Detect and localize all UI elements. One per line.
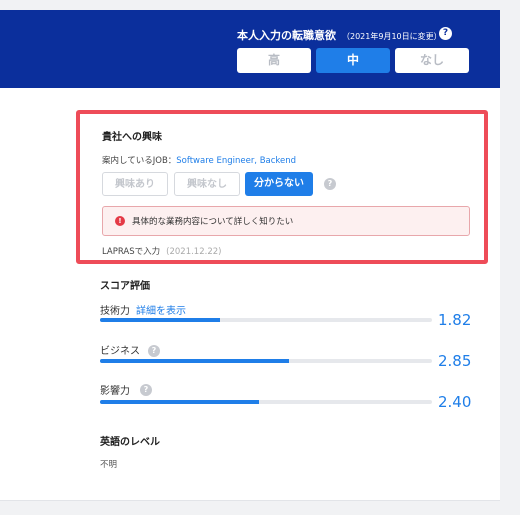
english-title: 英語のレベル — [100, 437, 160, 448]
score-value-influence: 2.40 — [438, 393, 472, 411]
score-detail-link[interactable]: 詳細を表示 — [136, 306, 186, 317]
intent-option-none[interactable]: なし — [395, 48, 469, 73]
interest-choice-interested[interactable]: 興味あり — [102, 172, 168, 196]
source-date: (2021.12.22) — [166, 247, 222, 257]
intent-option-medium[interactable]: 中 — [316, 48, 390, 73]
score-label-tech: 技術力 詳細を表示 — [100, 302, 186, 317]
score-label-influence: 影響力 — [100, 382, 130, 397]
source-label: LAPRASで入力 — [102, 247, 161, 257]
interest-title: 貴社への興味 — [102, 132, 162, 143]
influence-help-icon[interactable]: ? — [140, 384, 152, 396]
job-link[interactable]: Software Engineer, Backend — [176, 156, 296, 166]
intent-help-icon[interactable]: ? — [439, 27, 452, 40]
intent-title-text: 本人入力の転職意欲 — [237, 29, 336, 42]
score-label-influence-text: 影響力 — [100, 386, 130, 397]
score-label-business-text: ビジネス — [100, 346, 140, 357]
intent-option-high[interactable]: 高 — [237, 48, 311, 73]
score-label-tech-text: 技術力 — [100, 306, 130, 317]
interest-source: LAPRASで入力 (2021.12.22) — [102, 245, 221, 257]
alert-icon: ! — [115, 216, 125, 226]
english-value: 不明 — [100, 460, 118, 470]
score-bar-influence — [100, 400, 432, 404]
score-fill-business — [100, 359, 290, 363]
score-fill-influence — [100, 400, 260, 404]
score-bar-tech — [100, 318, 432, 322]
score-title: スコア評価 — [100, 281, 150, 292]
business-help-icon[interactable]: ? — [148, 345, 160, 357]
score-fill-tech — [100, 318, 220, 322]
notice-text: 具体的な業務内容について詳しく知りたい — [132, 217, 294, 227]
intent-header: 本人入力の転職意欲 （2021年9月10日に変更） ? 高 中 なし — [0, 10, 500, 88]
job-line: 案内しているJOB：Software Engineer, Backend — [102, 154, 296, 166]
intent-changed-note: （2021年9月10日に変更） — [342, 32, 442, 41]
intent-title: 本人入力の転職意欲 （2021年9月10日に変更） — [237, 27, 442, 43]
interest-help-icon[interactable]: ? — [324, 178, 336, 190]
score-value-business: 2.85 — [438, 352, 472, 370]
interest-notice: ! 具体的な業務内容について詳しく知りたい — [102, 206, 470, 236]
score-bar-business — [100, 359, 432, 363]
interest-choice-unknown[interactable]: 分からない — [245, 172, 313, 196]
company-interest-section: 貴社への興味 案内しているJOB：Software Engineer, Back… — [76, 110, 488, 264]
job-prefix: 案内しているJOB： — [102, 156, 177, 166]
interest-choice-not-interested[interactable]: 興味なし — [174, 172, 240, 196]
score-value-tech: 1.82 — [438, 311, 472, 329]
score-label-business: ビジネス — [100, 342, 140, 357]
